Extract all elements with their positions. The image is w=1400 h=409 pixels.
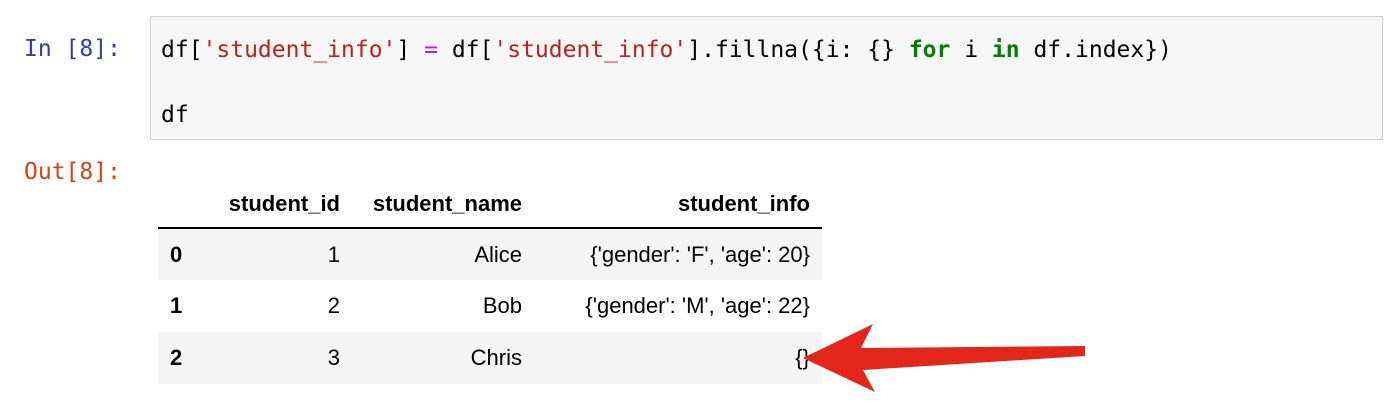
input-prompt: In [8]: bbox=[24, 36, 121, 62]
code-token: df.index}) bbox=[1019, 37, 1172, 63]
column-header-student-name: student_name bbox=[352, 180, 534, 229]
output-prompt: Out[8]: bbox=[24, 159, 121, 185]
cell-student-name: Bob bbox=[482, 293, 522, 318]
table-row: 0 1 Alice {'gender': 'F', 'age': 20} bbox=[158, 228, 822, 280]
column-header-student-id: student_id bbox=[202, 180, 352, 229]
cell-student-name: Chris bbox=[470, 345, 522, 370]
code-operator: = bbox=[424, 37, 438, 63]
table-row: 1 2 Bob {'gender': 'M', 'age': 22} bbox=[158, 280, 822, 332]
code-token: ] bbox=[396, 37, 425, 63]
code-token: i bbox=[950, 37, 992, 63]
red-arrow-icon bbox=[803, 324, 1085, 392]
code-token: ].fillna({i: {} bbox=[687, 37, 909, 63]
cell-student-info: {} bbox=[795, 345, 810, 370]
column-header-student-info: student_info bbox=[534, 180, 822, 229]
row-index: 2 bbox=[170, 345, 183, 370]
code-string: 'student_info' bbox=[493, 37, 688, 63]
code-keyword: for bbox=[908, 37, 951, 63]
code-cell-editor[interactable]: df['student_info'] = df['student_info'].… bbox=[150, 16, 1383, 140]
cell-student-info: {'gender': 'M', 'age': 22} bbox=[585, 293, 810, 318]
code-line-2: df bbox=[161, 102, 189, 128]
code-keyword: in bbox=[991, 37, 1020, 63]
row-index: 0 bbox=[170, 241, 183, 267]
cell-student-info: {'gender': 'F', 'age': 20} bbox=[590, 241, 810, 267]
index-header bbox=[158, 180, 202, 229]
cell-student-name: Alice bbox=[474, 241, 522, 267]
code-line-1: df['student_info'] = df['student_info'].… bbox=[161, 36, 1172, 64]
dataframe-table: student_id student_name student_info 0 1… bbox=[158, 180, 822, 384]
cell-student-id: 2 bbox=[327, 293, 340, 318]
code-string: 'student_info' bbox=[202, 37, 397, 63]
cell-student-id: 1 bbox=[327, 241, 340, 267]
row-index: 1 bbox=[170, 293, 183, 318]
cell-student-id: 3 bbox=[327, 345, 340, 370]
code-token: df[ bbox=[161, 37, 203, 63]
arrow-shape bbox=[803, 324, 1085, 392]
table-row: 2 3 Chris {} bbox=[158, 332, 822, 384]
code-token: df[ bbox=[437, 37, 494, 63]
table-header-row: student_id student_name student_info bbox=[158, 180, 822, 229]
